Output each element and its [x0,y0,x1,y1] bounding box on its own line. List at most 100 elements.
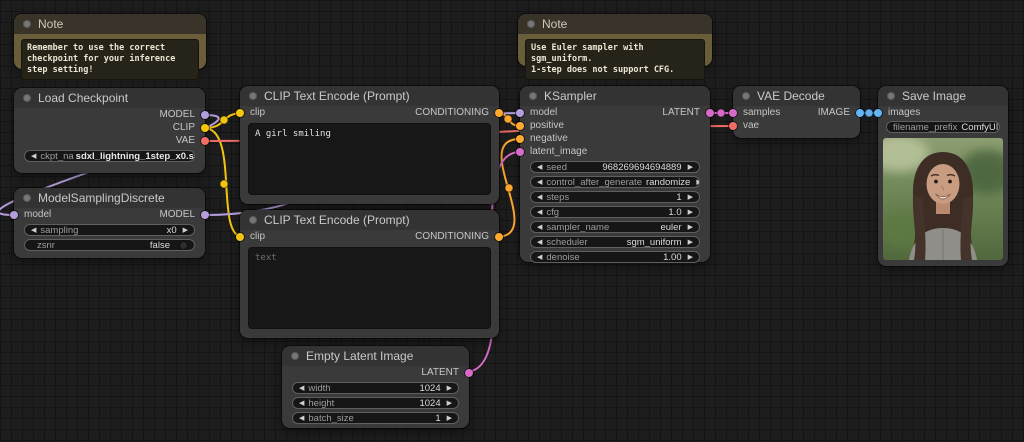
ksampler-node[interactable]: KSampler model LATENT positive negative … [516,86,714,263]
link-dot [716,108,726,118]
vae-decode-node[interactable]: VAE Decode samples IMAGE vae [729,86,864,138]
prev-arrow-icon[interactable]: ◀ [31,227,36,234]
prev-arrow-icon[interactable]: ◀ [299,415,304,422]
vae-output-port[interactable] [201,136,209,145]
latent-output-port[interactable] [706,108,714,117]
prev-arrow-icon[interactable]: ◀ [299,400,304,407]
width-widget[interactable]: ◀ width 1024 ▶ [292,382,459,394]
steps-widget[interactable]: ◀ steps 1 ▶ [530,191,700,203]
node-header[interactable]: ModelSamplingDiscrete [14,188,205,208]
model-input-port[interactable] [516,108,524,117]
images-input-port[interactable] [874,108,882,117]
link-dot [219,115,229,125]
prev-arrow-icon[interactable]: ◀ [537,179,542,186]
next-arrow-icon[interactable]: ▶ [696,179,699,186]
prompt-textarea[interactable]: A girl smiling [248,123,491,195]
next-arrow-icon[interactable]: ▶ [447,415,452,422]
note-node-sampler[interactable]: Note Use Euler sampler with sgm_uniform.… [518,14,712,81]
prompt-textarea-placeholder[interactable]: text [248,247,491,329]
collapse-dot-icon[interactable] [527,20,535,28]
node-header[interactable]: Empty Latent Image [282,346,469,366]
next-arrow-icon[interactable]: ▶ [447,400,452,407]
collapse-dot-icon[interactable] [23,94,31,102]
filename-prefix-widget[interactable]: filename_prefix ComfyUI [886,121,1000,133]
negative-input-port[interactable] [516,134,524,143]
next-arrow-icon[interactable]: ▶ [688,239,693,246]
prev-arrow-icon[interactable]: ◀ [31,153,36,160]
next-arrow-icon[interactable]: ▶ [688,254,693,261]
collapse-dot-icon[interactable] [742,92,750,100]
height-widget[interactable]: ◀ height 1024 ▶ [292,397,459,409]
note-header[interactable]: Note [518,14,712,34]
latent-output-port[interactable] [465,368,473,377]
generated-image-preview [883,138,1003,260]
sampler-name-widget[interactable]: ◀ sampler_name euler ▶ [530,221,700,233]
conditioning-output-port[interactable] [495,108,503,117]
collapse-dot-icon[interactable] [529,92,537,100]
node-header[interactable]: KSampler [520,86,710,106]
clip-text-encode-positive-node[interactable]: CLIP Text Encode (Prompt) clip CONDITION… [236,86,503,204]
collapse-dot-icon[interactable] [249,216,257,224]
prev-arrow-icon[interactable]: ◀ [537,194,542,201]
node-header[interactable]: Save Image [878,86,1008,106]
toggle-knob-icon[interactable] [179,240,188,250]
next-arrow-icon[interactable]: ▶ [688,224,693,231]
model-output-port[interactable] [201,210,209,219]
prev-arrow-icon[interactable]: ◀ [299,385,304,392]
sampling-widget[interactable]: ◀ sampling x0 ▶ [24,224,195,236]
collapse-dot-icon[interactable] [23,20,31,28]
node-header[interactable]: Load Checkpoint [14,88,205,108]
collapse-dot-icon[interactable] [291,352,299,360]
comfyui-node-graph-canvas[interactable]: { "app": { "name": "ComfyUI workflow gra… [0,0,1024,442]
cfg-widget[interactable]: ◀ cfg 1.0 ▶ [530,206,700,218]
scheduler-widget[interactable]: ◀ scheduler sgm_uniform ▶ [530,236,700,248]
conditioning-output-port[interactable] [495,232,503,241]
model-input-port[interactable] [10,210,18,219]
latent-image-input-port[interactable] [516,147,524,156]
note-node-checkpoint[interactable]: Note Remember to use the correct checkpo… [14,14,206,81]
next-arrow-icon[interactable]: ▶ [688,194,693,201]
widget-value: sgm_uniform [626,236,682,248]
prev-arrow-icon[interactable]: ◀ [537,224,542,231]
denoise-widget[interactable]: ◀ denoise 1.00 ▶ [530,251,700,263]
node-header[interactable]: VAE Decode [733,86,860,106]
control-after-generate-widget[interactable]: ◀ control_after_generate randomize ▶ [530,176,700,188]
batch-size-widget[interactable]: ◀ batch_size 1 ▶ [292,412,459,424]
vae-input-port[interactable] [729,121,737,130]
image-output-port[interactable] [856,108,864,117]
ckpt-name-widget[interactable]: ◀ ckpt_na sdxl_lightning_1step_x0.safete… [24,150,195,162]
clip-text-encode-negative-node[interactable]: CLIP Text Encode (Prompt) clip CONDITION… [236,210,503,338]
widget-value: 1 [676,191,682,203]
model-output-port[interactable] [201,110,209,119]
node-header[interactable]: CLIP Text Encode (Prompt) [240,86,499,106]
empty-latent-image-node[interactable]: Empty Latent Image LATENT ◀ width 1024 ▶… [282,346,473,428]
note-header[interactable]: Note [14,14,206,34]
collapse-dot-icon[interactable] [249,92,257,100]
note-text[interactable]: Use Euler sampler with sgm_uniform. 1-st… [525,39,705,81]
port-label: samples [743,107,781,118]
prev-arrow-icon[interactable]: ◀ [537,254,542,261]
prev-arrow-icon[interactable]: ◀ [537,209,542,216]
model-sampling-discrete-node[interactable]: ModelSamplingDiscrete model MODEL ◀ samp… [10,188,209,258]
seed-widget[interactable]: ◀ seed 968269694694889 ▶ [530,161,700,173]
next-arrow-icon[interactable]: ▶ [688,209,693,216]
load-checkpoint-node[interactable]: Load Checkpoint MODEL CLIP VAE ◀ ckpt_na… [14,88,209,173]
clip-output-port[interactable] [201,123,209,132]
collapse-dot-icon[interactable] [887,92,895,100]
clip-input-port[interactable] [236,108,244,117]
collapse-dot-icon[interactable] [23,194,31,202]
prev-arrow-icon[interactable]: ◀ [537,239,542,246]
note-text[interactable]: Remember to use the correct checkpoint f… [21,39,199,81]
next-arrow-icon[interactable]: ▶ [447,385,452,392]
next-arrow-icon[interactable]: ▶ [183,227,188,234]
positive-input-port[interactable] [516,121,524,130]
node-header[interactable]: CLIP Text Encode (Prompt) [240,210,499,230]
save-image-node[interactable]: Save Image images filename_prefix ComfyU… [874,86,1008,266]
zsnr-toggle-widget[interactable]: zsnr false [24,239,195,251]
prev-arrow-icon[interactable]: ◀ [537,164,542,171]
samples-input-port[interactable] [729,108,737,117]
port-label: VAE [175,135,195,146]
port-label: negative [530,133,568,144]
clip-input-port[interactable] [236,232,244,241]
next-arrow-icon[interactable]: ▶ [688,164,693,171]
